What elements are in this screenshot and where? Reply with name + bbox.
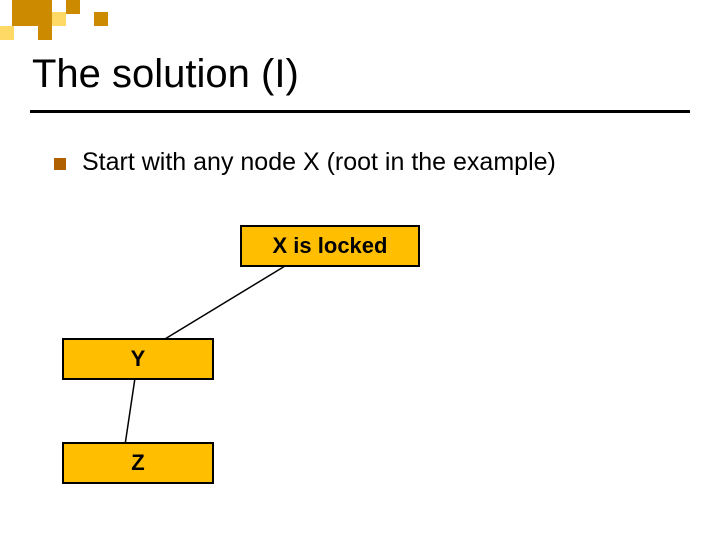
deco-square	[38, 26, 52, 40]
deco-square	[66, 0, 80, 14]
deco-square	[12, 0, 52, 26]
slide: The solution (I) Start with any node X (…	[0, 0, 720, 540]
deco-square	[94, 12, 108, 26]
bullet-icon	[54, 158, 66, 170]
bullet-item: Start with any node X (root in the examp…	[54, 148, 556, 177]
bullet-text: Start with any node X (root in the examp…	[82, 148, 556, 177]
node-z: Z	[62, 442, 214, 484]
slide-title: The solution (I)	[32, 52, 299, 97]
deco-square	[52, 12, 66, 26]
title-underline	[30, 110, 690, 113]
deco-square	[0, 26, 14, 40]
node-y: Y	[62, 338, 214, 380]
node-x: X is locked	[240, 225, 420, 267]
